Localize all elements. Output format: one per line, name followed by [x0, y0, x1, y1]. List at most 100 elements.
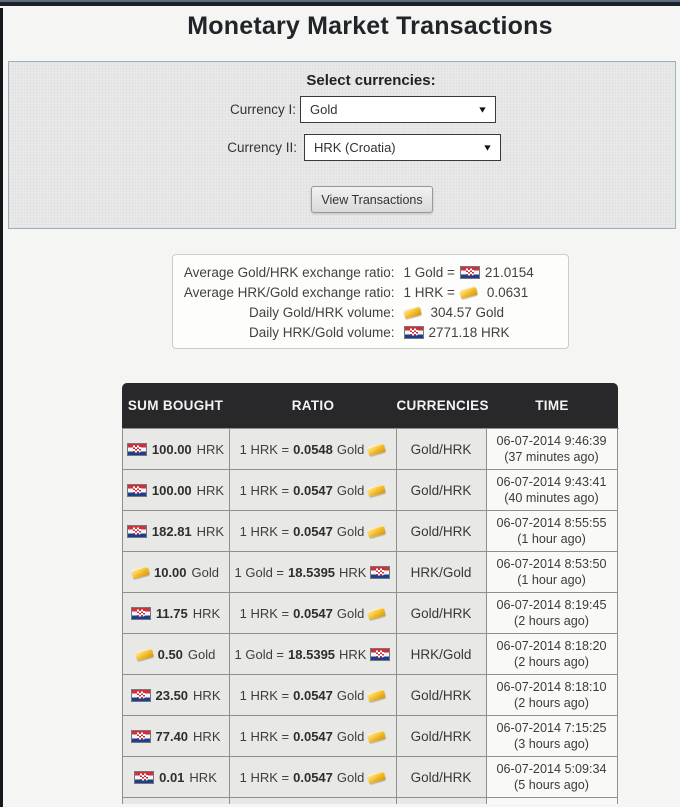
gold-bar-icon	[367, 483, 387, 497]
time-ago: (5 hours ago)	[514, 778, 589, 792]
croatia-flag-icon	[370, 647, 391, 661]
stat-label: Average HRK/Gold exchange ratio:	[183, 284, 395, 300]
header-time: TIME	[535, 398, 569, 413]
sum-unit: Gold	[191, 564, 219, 580]
currency-1-label: Currency I:	[229, 102, 296, 117]
view-transactions-button[interactable]: View Transactions	[311, 186, 433, 213]
time-ago: (1 hour ago)	[517, 532, 586, 546]
sum-bought-cell: 100.00 HRK	[122, 470, 230, 511]
currency-2-select[interactable]: HRK (Croatia) ▼	[304, 134, 501, 161]
sum-bought-cell: 23.50 HRK	[122, 675, 230, 716]
currency-1-select[interactable]: Gold ▼	[300, 96, 496, 123]
ratio-prefix: 1 Gold =	[234, 564, 285, 580]
ratio-unit: Gold	[336, 769, 365, 785]
stat-prefix: 1 HRK =	[403, 284, 455, 300]
time-cell: 06-07-2014 9:46:39 (37 minutes ago)	[486, 429, 618, 470]
table-row: 10.00 Gold 1 Gold = 18.5395 HRK HRK/Gold…	[121, 552, 618, 593]
croatia-flag-icon	[130, 688, 151, 702]
ratio-value: 0.0547	[293, 605, 333, 621]
ratio-prefix: 1 HRK =	[239, 728, 290, 744]
stat-value: 304.57 Gold	[402, 305, 510, 320]
sum-unit: Gold	[187, 646, 216, 662]
ratio-value: 0.0547	[293, 728, 333, 744]
header-currencies: CURRENCIES	[396, 398, 489, 413]
table-header-row: SUM BOUGHT RATIO CURRENCIES TIME	[121, 383, 618, 428]
time-cell: 06-07-2014 8:19:45 (2 hours ago)	[486, 593, 618, 634]
currencies-cell: Gold/HRK	[396, 757, 487, 798]
stat-value: 1 Gold = 21.0154	[404, 265, 539, 280]
croatia-flag-icon	[459, 265, 480, 279]
transactions-table: SUM BOUGHT RATIO CURRENCIES TIME 100.00 …	[121, 383, 619, 804]
croatia-flag-icon	[126, 483, 147, 497]
table-row-partial	[121, 798, 618, 804]
stat-row: Daily HRK/Gold volume: 2771.18 HRK	[173, 322, 568, 342]
currencies-cell: Gold/HRK	[396, 675, 487, 716]
croatia-flag-icon	[370, 565, 391, 579]
gold-bar-icon	[367, 442, 387, 456]
sum-amount: 0.50	[157, 646, 183, 662]
sum-bought-cell: 182.81 HRK	[122, 511, 230, 552]
table-row: 100.00 HRK 1 HRK = 0.0548 Gold Gold/HRK …	[121, 429, 618, 470]
ratio-value: 18.5395	[288, 646, 336, 662]
ratio-value: 0.0547	[293, 523, 333, 539]
table-row: 0.01 HRK 1 HRK = 0.0547 Gold Gold/HRK 06…	[121, 757, 618, 798]
ratio-value: 0.0547	[293, 769, 333, 785]
stat-value: 2771.18 HRK	[403, 325, 515, 340]
ratio-prefix: 1 HRK =	[239, 523, 290, 539]
gold-bar-icon	[131, 565, 150, 579]
sum-amount: 23.50	[155, 687, 189, 703]
croatia-flag-icon	[126, 524, 147, 538]
time-date: 06-07-2014 8:18:20	[496, 639, 607, 653]
time-ago: (2 hours ago)	[514, 614, 589, 628]
stat-label: Daily HRK/Gold volume:	[248, 324, 395, 340]
table-row: 0.50 Gold 1 Gold = 18.5395 HRK HRK/Gold …	[121, 634, 618, 675]
ratio-unit: HRK	[339, 564, 367, 580]
ratio-cell: 1 HRK = 0.0547 Gold	[229, 593, 397, 634]
ratio-unit: Gold	[336, 482, 365, 498]
ratio-value: 0.0548	[293, 441, 333, 457]
ratio-prefix: 1 HRK =	[239, 441, 290, 457]
time-cell: 06-07-2014 7:15:25 (3 hours ago)	[486, 716, 618, 757]
header-ratio: RATIO	[291, 398, 335, 413]
panel-heading: Select currencies:	[306, 72, 436, 89]
croatia-flag-icon	[130, 729, 151, 743]
gold-bar-icon	[402, 305, 422, 319]
time-date: 06-07-2014 8:19:45	[496, 598, 607, 612]
currencies-cell: Gold/HRK	[396, 470, 487, 511]
sum-amount: 11.75	[155, 605, 188, 621]
gold-bar-icon	[367, 606, 387, 620]
table-body: 100.00 HRK 1 HRK = 0.0548 Gold Gold/HRK …	[121, 428, 619, 804]
stat-label: Daily Gold/HRK volume:	[248, 304, 395, 320]
ratio-prefix: 1 HRK =	[239, 687, 290, 703]
time-date: 06-07-2014 5:09:34	[496, 762, 607, 776]
gold-bar-icon	[459, 285, 478, 299]
sum-bought-cell: 11.75 HRK	[122, 593, 230, 634]
ratio-cell: 1 HRK = 0.0547 Gold	[229, 675, 397, 716]
gold-bar-icon	[367, 729, 387, 743]
ratio-prefix: 1 Gold =	[234, 646, 285, 662]
time-cell: 06-07-2014 9:43:41 (40 minutes ago)	[486, 470, 618, 511]
stat-number: 21.0154	[484, 264, 534, 280]
croatia-flag-icon	[134, 770, 155, 784]
header: Monetary Market Transactions	[0, 0, 680, 41]
ratio-value: 0.0547	[293, 687, 333, 703]
ratio-cell: 1 Gold = 18.5395 HRK	[229, 634, 397, 675]
stat-row: Average HRK/Gold exchange ratio: 1 HRK =…	[173, 282, 568, 302]
stat-row: Daily Gold/HRK volume: 304.57 Gold	[173, 302, 568, 322]
ratio-value: 18.5395	[288, 564, 336, 580]
ratio-cell: 1 HRK = 0.0547 Gold	[229, 757, 397, 798]
time-cell: 06-07-2014 8:18:20 (2 hours ago)	[486, 634, 618, 675]
currencies-cell: Gold/HRK	[396, 593, 487, 634]
croatia-flag-icon	[130, 606, 151, 620]
currencies-cell: HRK/Gold	[396, 634, 487, 675]
time-cell: 06-07-2014 8:18:10 (2 hours ago)	[486, 675, 618, 716]
currencies-cell: Gold/HRK	[396, 429, 487, 470]
time-ago: (1 hour ago)	[517, 573, 586, 587]
window-title-bar	[0, 2, 680, 6]
time-date: 06-07-2014 7:15:25	[496, 721, 607, 735]
ratio-unit: HRK	[339, 646, 367, 662]
currencies-cell: HRK/Gold	[396, 552, 487, 593]
sum-amount: 10.00	[153, 564, 187, 580]
ratio-prefix: 1 HRK =	[239, 605, 290, 621]
stat-value: 1 HRK = 0.0631	[404, 285, 534, 300]
